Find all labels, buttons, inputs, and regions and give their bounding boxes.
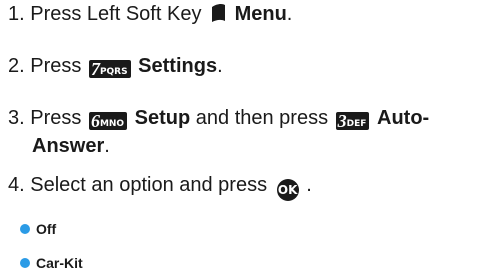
step-text: Press (30, 107, 82, 129)
key-3-icon: 3DEF (335, 112, 370, 130)
left-soft-key-icon (212, 3, 226, 22)
auto-answer-label-part2: Answer (32, 135, 105, 157)
step-number: 3. (8, 107, 25, 129)
step-text: Press Left Soft Key (30, 3, 202, 25)
ok-key-icon: OK (276, 179, 299, 201)
bullet-icon (20, 258, 30, 268)
option-item: Off (20, 220, 56, 238)
step-text: Press (30, 55, 82, 77)
step-number: 2. (8, 55, 25, 77)
step-punct: . (306, 174, 312, 196)
step-punct: . (286, 3, 293, 25)
step-punct: . (104, 135, 110, 157)
step-3-continued: Answer. (32, 134, 110, 158)
step-number: 1. (8, 3, 25, 25)
step-4: 4. Select an option and press OK . (8, 173, 312, 201)
step-text-middle: and then press (195, 107, 329, 129)
settings-label: Settings (138, 55, 218, 77)
step-number: 4. (8, 174, 25, 196)
setup-label: Setup (134, 107, 191, 129)
menu-label: Menu (234, 3, 287, 25)
step-text: Select an option and press (30, 174, 268, 196)
step-punct: . (217, 55, 223, 77)
option-label: Car-Kit (36, 255, 83, 271)
step-2: 2. Press 7PQRS Settings. (8, 54, 223, 78)
bullet-icon (20, 224, 30, 234)
option-label: Off (36, 221, 57, 237)
step-3: 3. Press 6MNO Setup and then press 3DEF … (8, 106, 429, 130)
option-item: Car-Kit (20, 254, 83, 272)
key-6-icon: 6MNO (88, 112, 128, 130)
auto-answer-label-part1: Auto- (377, 107, 430, 129)
step-1: 1. Press Left Soft Key Menu. (8, 2, 292, 26)
key-7-icon: 7PQRS (88, 60, 131, 78)
